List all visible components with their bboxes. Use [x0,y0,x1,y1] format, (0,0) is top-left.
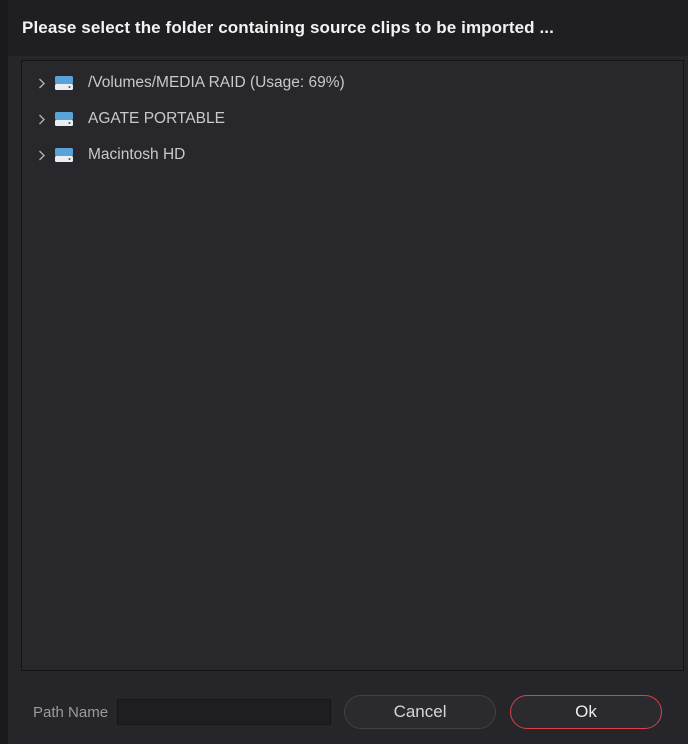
tree-item-label: Macintosh HD [88,146,186,163]
path-name-input[interactable] [117,699,332,725]
tree-item-macintosh-hd[interactable]: Macintosh HD [22,137,683,173]
ok-button[interactable]: Ok [510,695,663,729]
tree-item-label: /Volumes/MEDIA RAID (Usage: 69%) [88,74,345,91]
dialog-titlebar: Please select the folder containing sour… [8,0,688,56]
path-name-label: Path Name [33,703,109,721]
chevron-right-icon[interactable] [35,76,49,90]
dialog-title: Please select the folder containing sour… [22,18,554,37]
folder-tree[interactable]: /Volumes/MEDIA RAID (Usage: 69%) AGATE P… [21,60,684,671]
dialog-footer: Path Name Cancel Ok [21,680,684,744]
tree-item-label: AGATE PORTABLE [88,110,225,127]
chevron-right-icon[interactable] [35,112,49,126]
tree-item-agate-portable[interactable]: AGATE PORTABLE [22,101,683,137]
hard-drive-icon [54,147,74,163]
tree-item-media-raid[interactable]: /Volumes/MEDIA RAID (Usage: 69%) [22,65,683,101]
hard-drive-icon [54,75,74,91]
cancel-button[interactable]: Cancel [344,695,497,729]
import-folder-dialog: Please select the folder containing sour… [0,0,688,744]
hard-drive-icon [54,111,74,127]
window-edge [0,0,8,744]
chevron-right-icon[interactable] [35,148,49,162]
